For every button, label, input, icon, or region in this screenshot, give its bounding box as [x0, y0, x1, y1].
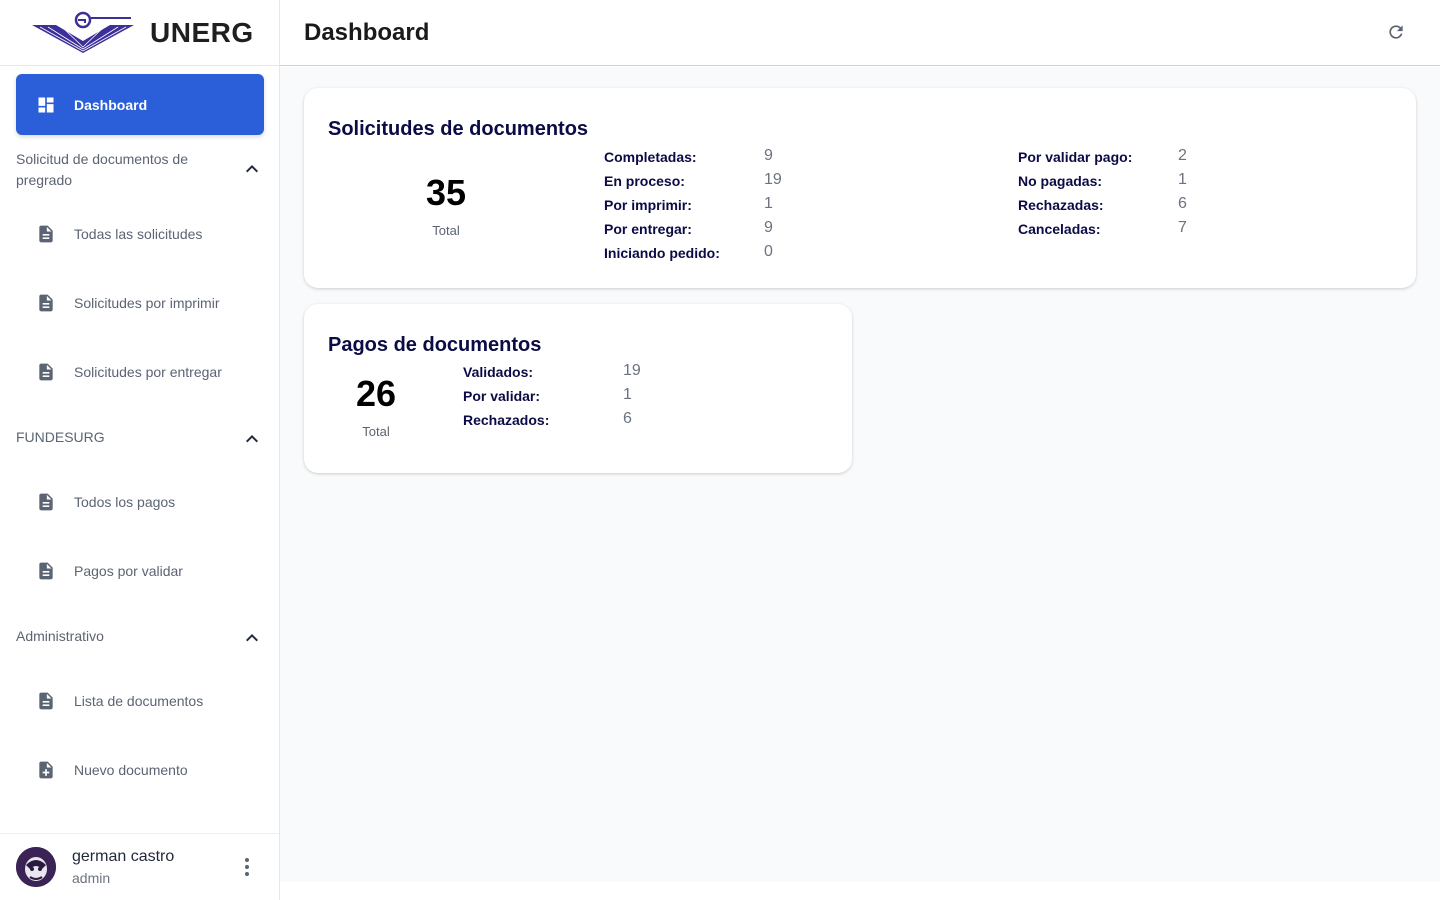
brand-name: UNERG	[150, 16, 254, 48]
sidebar-item-todos-pagos[interactable]: Todos los pagos	[36, 492, 266, 512]
document-icon	[39, 692, 53, 710]
stat-value: 6	[623, 410, 632, 427]
sidebar-item-todas-solicitudes[interactable]: Todas las solicitudes	[36, 224, 266, 244]
total-number: 26	[355, 373, 397, 414]
sidebar-item-label: Todas las solicitudes	[74, 226, 203, 242]
user-name: german castro	[72, 848, 175, 865]
total-label: Total	[362, 424, 390, 439]
sidebar-item-nuevo-documento[interactable]: Nuevo documento	[36, 760, 266, 780]
avatar-image	[16, 847, 56, 887]
document-icon	[39, 225, 53, 243]
top-header: Dashboard	[280, 0, 1440, 66]
page-title: Dashboard	[304, 18, 430, 46]
section-label: FUNDESURG	[16, 429, 105, 445]
total-label: Total	[432, 223, 460, 238]
stat-value: 9	[764, 219, 773, 236]
section-solicitudes[interactable]: Solicitud de documentos de pregrado	[16, 149, 264, 191]
chevron-up-icon[interactable]	[240, 626, 264, 650]
stat-value: 19	[623, 362, 641, 379]
stat-value: 19	[764, 171, 782, 188]
card-pagos: Pagos de documentos 26 Total Validados: …	[304, 304, 852, 473]
chevron-up-icon[interactable]	[240, 157, 264, 181]
stat-value: 1	[764, 195, 773, 212]
sidebar-item-dashboard[interactable]: Dashboard	[16, 74, 264, 135]
stat-label: En proceso:	[604, 173, 685, 189]
section-label: Administrativo	[16, 628, 104, 644]
sidebar-item-solicitudes-imprimir[interactable]: Solicitudes por imprimir	[36, 293, 266, 313]
sidebar: UNERG Dashboard Solicitud de documentos …	[0, 0, 280, 900]
card-title: Pagos de documentos	[328, 334, 542, 356]
refresh-icon[interactable]	[1386, 22, 1406, 42]
stat-value: 1	[623, 386, 632, 403]
sidebar-item-lista-documentos[interactable]: Lista de documentos	[36, 691, 266, 711]
section-administrativo[interactable]: Administrativo	[16, 626, 264, 650]
stat-label: No pagadas:	[1018, 173, 1103, 189]
stat-label: Iniciando pedido:	[604, 245, 720, 261]
stat-value: 7	[1178, 219, 1187, 236]
document-icon	[39, 493, 53, 511]
unerg-logo	[32, 11, 134, 53]
stat-value: 2	[1178, 147, 1187, 164]
stat-label: Completadas:	[604, 149, 697, 165]
section-label: Solicitud de documentos de pregrado	[16, 151, 188, 188]
dashboard-icon	[38, 97, 54, 112]
document-icon	[39, 363, 53, 381]
stat-label: Rechazadas:	[1018, 197, 1104, 213]
brand[interactable]: UNERG	[0, 0, 279, 66]
sidebar-item-pagos-validar[interactable]: Pagos por validar	[36, 561, 266, 581]
user-panel: german castro admin	[0, 833, 279, 900]
sidebar-item-label: Nuevo documento	[74, 762, 188, 778]
sidebar-item-label: Dashboard	[74, 96, 148, 113]
stat-value: 1	[1178, 171, 1187, 188]
stat-label: Validados:	[463, 364, 534, 380]
stat-value: 6	[1178, 195, 1187, 212]
sidebar-item-label: Pagos por validar	[74, 563, 183, 579]
stat-label: Rechazados:	[463, 412, 550, 428]
chevron-up-icon[interactable]	[240, 427, 264, 451]
more-vert-icon[interactable]	[245, 858, 249, 876]
stat-label: Por validar:	[463, 388, 541, 404]
sidebar-item-solicitudes-entregar[interactable]: Solicitudes por entregar	[36, 362, 266, 382]
card-solicitudes: Solicitudes de documentos 35 Total Compl…	[304, 88, 1416, 288]
stat-label: Canceladas:	[1018, 221, 1101, 237]
stat-value: 9	[764, 147, 773, 164]
avatar[interactable]	[16, 847, 56, 887]
user-role: admin	[72, 870, 111, 886]
main-content: Solicitudes de documentos 35 Total Compl…	[280, 67, 1440, 882]
stat-label: Por validar pago:	[1018, 149, 1133, 165]
document-icon	[39, 294, 53, 312]
sidebar-item-label: Solicitudes por imprimir	[74, 295, 220, 311]
document-icon	[39, 562, 53, 580]
section-fundesurg[interactable]: FUNDESURG	[16, 427, 264, 451]
sidebar-item-label: Lista de documentos	[74, 693, 204, 709]
total-number: 35	[425, 172, 467, 213]
stat-label: Por entregar:	[604, 221, 692, 237]
stat-label: Por imprimir:	[604, 197, 692, 213]
sidebar-item-label: Solicitudes por entregar	[74, 364, 222, 380]
document-add-icon	[39, 761, 53, 779]
stat-value: 0	[764, 243, 773, 260]
card-title: Solicitudes de documentos	[328, 118, 589, 140]
sidebar-item-label: Todos los pagos	[74, 494, 176, 510]
